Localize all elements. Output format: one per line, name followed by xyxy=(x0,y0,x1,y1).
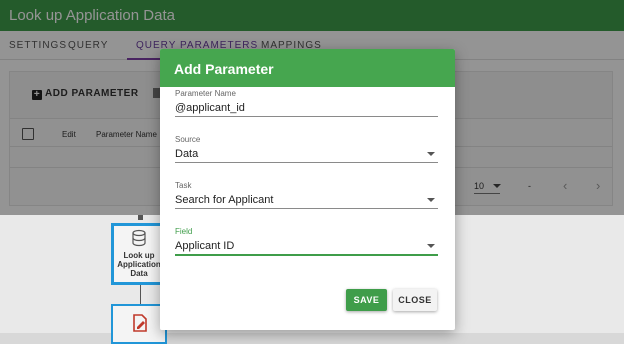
task-label: Task xyxy=(175,181,192,190)
add-parameter-dialog: Add Parameter Parameter Name @applicant_… xyxy=(160,49,455,330)
database-icon xyxy=(132,229,146,247)
field-select[interactable]: Applicant ID xyxy=(175,238,438,256)
field-label: Field xyxy=(175,227,193,236)
task-select[interactable]: Search for Applicant xyxy=(175,192,438,209)
source-field[interactable]: Source Data xyxy=(175,135,438,163)
save-button[interactable]: SAVE xyxy=(346,289,387,311)
flow-connector xyxy=(140,285,141,305)
chevron-down-icon xyxy=(427,244,435,248)
source-label: Source xyxy=(175,135,201,144)
dialog-title: Add Parameter xyxy=(160,49,455,87)
parameter-name-input[interactable]: @applicant_id xyxy=(175,100,438,117)
flow-node-next[interactable] xyxy=(111,304,167,344)
flow-node-label: Look up Application Data xyxy=(117,251,161,278)
task-field[interactable]: Task Search for Applicant xyxy=(175,181,438,209)
parameter-name-field[interactable]: Parameter Name @applicant_id xyxy=(175,89,438,117)
chevron-down-icon xyxy=(427,198,435,202)
edit-document-icon xyxy=(133,314,147,332)
field-field[interactable]: Field Applicant ID xyxy=(175,227,438,256)
flow-node-lookup[interactable]: Look up Application Data xyxy=(111,223,167,285)
source-select[interactable]: Data xyxy=(175,146,438,163)
chevron-down-icon xyxy=(427,152,435,156)
task-value: Search for Applicant xyxy=(175,194,274,206)
parameter-name-label: Parameter Name xyxy=(175,89,236,98)
source-value: Data xyxy=(175,148,199,160)
close-button[interactable]: CLOSE xyxy=(393,289,437,311)
field-value: Applicant ID xyxy=(175,240,235,252)
